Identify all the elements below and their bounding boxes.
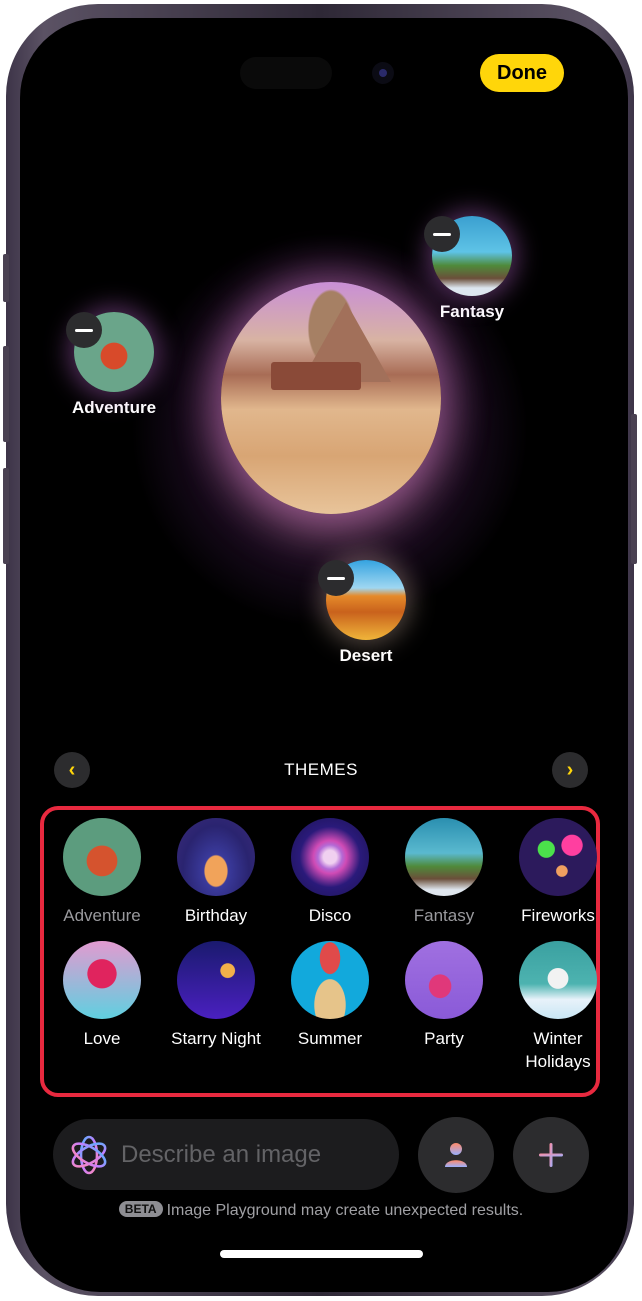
remove-desert-button[interactable] (318, 560, 354, 596)
theme-fireworks[interactable]: Fireworks (501, 818, 615, 927)
beta-badge: BETA (118, 1201, 163, 1217)
theme-label: Summer (297, 1029, 363, 1048)
beta-disclaimer: BETA Image Playground may create unexpect… (0, 1201, 642, 1220)
theme-label: Fireworks (521, 906, 595, 925)
theme-party[interactable]: Party (387, 941, 501, 1073)
theme-label: Fantasy (413, 906, 475, 925)
theme-fantasy[interactable]: Fantasy (387, 818, 501, 927)
concept-label: Desert (339, 646, 393, 665)
dynamic-island (240, 57, 332, 89)
remove-fantasy-button[interactable] (424, 216, 460, 252)
theme-starry-night[interactable]: Starry Night (159, 941, 273, 1073)
generated-image-preview[interactable] (221, 282, 441, 514)
theme-summer[interactable]: Summer (273, 941, 387, 1073)
remove-adventure-button[interactable] (66, 312, 102, 348)
love-theme-image (63, 941, 141, 1019)
theme-adventure[interactable]: Adventure (45, 818, 159, 927)
themes-next-button[interactable]: › (552, 752, 588, 788)
fireworks-theme-image (519, 818, 597, 896)
theme-label: Adventure (63, 906, 141, 925)
fantasy-theme-image (405, 818, 483, 896)
disclaimer-text: Image Playground may create unexpected r… (166, 1202, 524, 1219)
describe-image-input[interactable]: Describe an image (53, 1119, 399, 1190)
action-button (3, 254, 9, 302)
done-button[interactable]: Done (480, 54, 564, 92)
winter-holidays-theme-image (519, 941, 597, 1019)
adventure-theme-image (63, 818, 141, 896)
theme-label: Birthday (184, 906, 248, 925)
selected-concept-adventure[interactable]: Adventure (62, 312, 166, 418)
plus-icon (539, 1143, 563, 1167)
starry-night-theme-image (177, 941, 255, 1019)
theme-love[interactable]: Love (45, 941, 159, 1073)
prompt-placeholder: Describe an image (121, 1140, 322, 1168)
add-button[interactable] (513, 1117, 589, 1193)
concept-label: Fantasy (439, 302, 505, 321)
theme-birthday[interactable]: Birthday (159, 818, 273, 927)
themes-title: THEMES (284, 760, 358, 779)
theme-winter-holidays[interactable]: Winter Holidays (501, 941, 615, 1073)
power-button (631, 414, 637, 564)
concept-label: Adventure (71, 398, 157, 417)
add-person-button[interactable] (418, 1117, 494, 1193)
selected-concept-fantasy[interactable]: Fantasy (424, 216, 518, 322)
selected-concept-desert[interactable]: Desert (316, 560, 416, 666)
camera-icon (372, 62, 394, 84)
theme-disco[interactable]: Disco (273, 818, 387, 927)
disco-theme-image (291, 818, 369, 896)
volume-down-button (3, 468, 9, 564)
summer-theme-image (291, 941, 369, 1019)
theme-label: Disco (308, 906, 352, 925)
theme-label: Starry Night (171, 1029, 261, 1048)
theme-label: Love (83, 1029, 121, 1048)
themes-grid: Adventure Birthday Disco Fantasy Firewor… (45, 818, 597, 1073)
chevron-right-icon: › (566, 758, 574, 781)
birthday-theme-image (177, 818, 255, 896)
image-playground-icon (67, 1133, 111, 1177)
person-icon (445, 1143, 467, 1167)
theme-label: Winter Holidays (525, 1029, 591, 1071)
theme-label: Party (424, 1029, 464, 1048)
town-graphic (271, 362, 361, 390)
party-theme-image (405, 941, 483, 1019)
volume-up-button (3, 346, 9, 442)
home-indicator[interactable] (220, 1250, 423, 1258)
